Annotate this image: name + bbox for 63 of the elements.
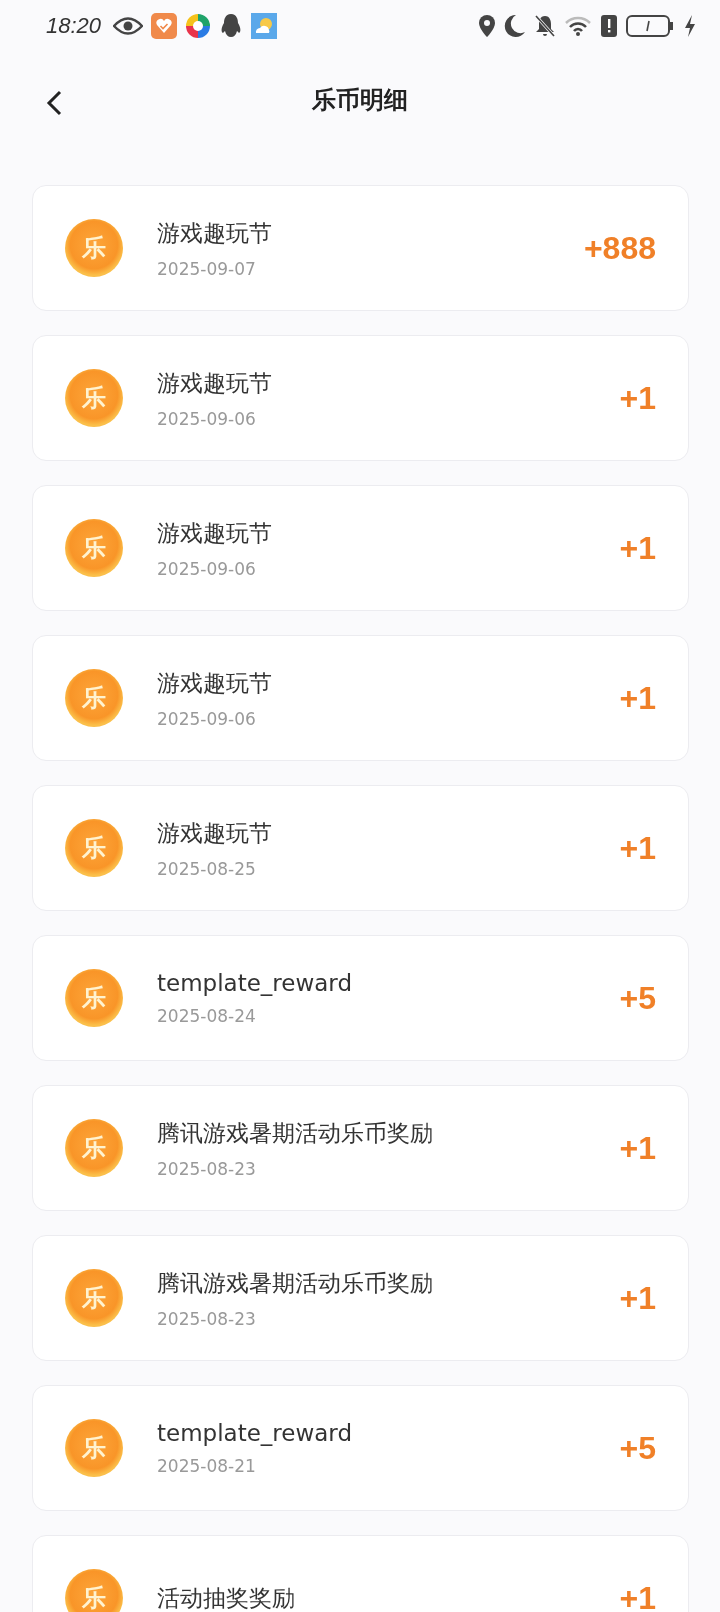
coin-amount: +1 bbox=[619, 829, 656, 867]
coin-amount: +1 bbox=[619, 379, 656, 417]
coin-icon: 乐 bbox=[65, 1269, 123, 1327]
clock-time: 18:20 bbox=[46, 13, 102, 39]
location-icon bbox=[478, 14, 496, 38]
coin-amount: +1 bbox=[619, 1129, 656, 1167]
coin-icon: 乐 bbox=[65, 969, 123, 1027]
record-card[interactable]: 乐 腾讯游戏暑期活动乐币奖励 2025-08-23 +1 bbox=[32, 1085, 689, 1211]
record-title: 腾讯游戏暑期活动乐币奖励 bbox=[157, 1118, 434, 1148]
record-date: 2025-08-25 bbox=[157, 858, 257, 879]
record-title: template_reward bbox=[157, 1420, 353, 1446]
coin-icon: 乐 bbox=[65, 1119, 123, 1177]
coin-icon: 乐 bbox=[65, 1569, 123, 1612]
coin-amount: +1 bbox=[619, 529, 656, 567]
record-card[interactable]: 乐 游戏趣玩节 2025-09-06 +1 bbox=[32, 485, 689, 611]
record-date: 2025-08-21 bbox=[157, 1456, 257, 1476]
health-app-icon bbox=[151, 13, 178, 39]
colorful-app-icon bbox=[185, 13, 212, 39]
record-date: 2025-08-23 bbox=[157, 1158, 257, 1179]
coin-amount: +1 bbox=[619, 1279, 656, 1317]
record-date: 2025-08-24 bbox=[157, 1006, 257, 1026]
record-card[interactable]: 乐 游戏趣玩节 2025-09-06 +1 bbox=[32, 335, 689, 461]
charging-icon bbox=[684, 14, 696, 38]
record-title: 腾讯游戏暑期活动乐币奖励 bbox=[157, 1268, 434, 1298]
record-title: 游戏趣玩节 bbox=[157, 668, 273, 698]
coin-amount: +1 bbox=[619, 1579, 656, 1612]
record-title: 游戏趣玩节 bbox=[157, 518, 273, 548]
record-date: 2025-08-23 bbox=[157, 1308, 257, 1329]
coin-icon: 乐 bbox=[65, 369, 123, 427]
muted-bell-icon bbox=[534, 14, 556, 38]
record-title: template_reward bbox=[157, 970, 353, 996]
battery-icon bbox=[626, 14, 676, 38]
record-date: 2025-09-07 bbox=[157, 258, 257, 279]
record-card[interactable]: 乐 template_reward 2025-08-24 +5 bbox=[32, 935, 689, 1061]
record-card[interactable]: 乐 游戏趣玩节 2025-08-25 +1 bbox=[32, 785, 689, 911]
coin-amount: +888 bbox=[583, 229, 656, 267]
weather-app-icon bbox=[251, 13, 278, 39]
coin-icon: 乐 bbox=[65, 219, 123, 277]
record-card[interactable]: 乐 腾讯游戏暑期活动乐币奖励 2025-08-23 +1 bbox=[32, 1235, 689, 1361]
moon-icon bbox=[504, 14, 526, 38]
record-title: 游戏趣玩节 bbox=[157, 368, 273, 398]
coin-amount: +1 bbox=[619, 679, 656, 717]
record-card[interactable]: 乐 游戏趣玩节 2025-09-07 +888 bbox=[32, 185, 689, 311]
coin-icon: 乐 bbox=[65, 669, 123, 727]
record-date: 2025-09-06 bbox=[157, 558, 257, 579]
record-title: 游戏趣玩节 bbox=[157, 818, 273, 848]
page-title: 乐币明细 bbox=[312, 85, 408, 116]
eye-icon bbox=[113, 17, 144, 35]
record-card[interactable]: 乐 template_reward 2025-08-21 +5 bbox=[32, 1385, 689, 1511]
record-date: 2025-09-06 bbox=[157, 708, 257, 729]
back-icon[interactable] bbox=[46, 90, 64, 116]
coin-icon: 乐 bbox=[65, 1419, 123, 1477]
record-date: 2025-09-06 bbox=[157, 408, 257, 429]
wifi-icon bbox=[564, 15, 592, 37]
coin-amount: +5 bbox=[619, 1429, 656, 1467]
coin-icon: 乐 bbox=[65, 819, 123, 877]
coin-icon: 乐 bbox=[65, 519, 123, 577]
record-title: 游戏趣玩节 bbox=[157, 218, 273, 248]
record-card[interactable]: 乐 活动抽奖奖励 +1 bbox=[32, 1535, 689, 1612]
record-title: 活动抽奖奖励 bbox=[157, 1583, 296, 1612]
coin-amount: +5 bbox=[619, 979, 656, 1017]
record-card[interactable]: 乐 游戏趣玩节 2025-09-06 +1 bbox=[32, 635, 689, 761]
alert-icon bbox=[600, 14, 618, 38]
